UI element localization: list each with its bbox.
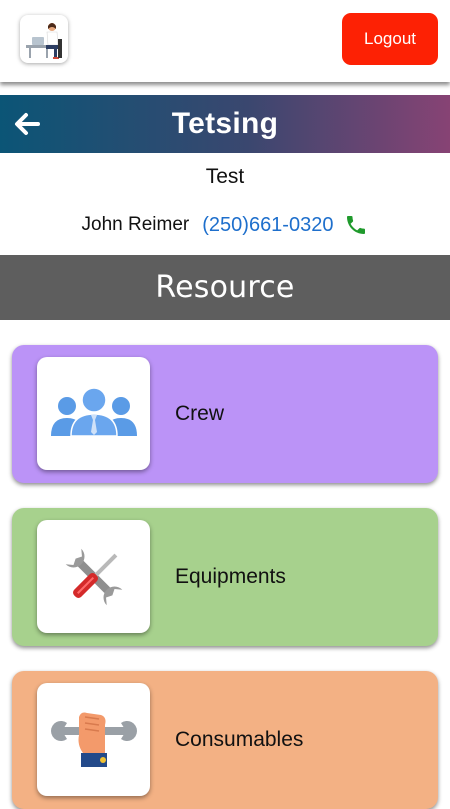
resource-label-consumables: Consumables (175, 728, 304, 751)
contact-name: John Reimer (81, 214, 190, 235)
phone-icon[interactable] (344, 213, 368, 237)
consumables-icon-tile (37, 683, 150, 796)
top-app-bar: Logout (0, 0, 450, 82)
page-title-bar: Tetsing (0, 95, 450, 153)
equipments-icon-tile (37, 520, 150, 633)
project-name: Test (205, 165, 245, 188)
person-at-laptop-logo (26, 23, 62, 59)
resource-card-consumables[interactable]: Consumables (12, 671, 438, 809)
crew-icon-tile (37, 357, 150, 470)
wrench-screwdriver-icon (65, 548, 122, 605)
section-header: Resource (0, 255, 450, 320)
resource-label-equipments: Equipments (175, 565, 286, 588)
crew-group-icon (50, 386, 137, 437)
section-title: Resource (155, 270, 295, 305)
app-logo[interactable] (20, 15, 68, 63)
page-title: Tetsing (171, 107, 279, 140)
contact-row: John Reimer (250)661-0320 (0, 213, 450, 237)
hand-wrench-icon (50, 712, 137, 767)
logout-button[interactable]: Logout (342, 13, 438, 65)
resource-label-crew: Crew (175, 402, 225, 425)
resource-card-equipments[interactable]: Equipments (12, 508, 438, 646)
arrow-left-icon (15, 113, 40, 135)
back-button[interactable] (10, 107, 44, 141)
resource-card-crew[interactable]: Crew (12, 345, 438, 483)
phone-number-link[interactable]: (250)661-0320 (202, 214, 333, 237)
